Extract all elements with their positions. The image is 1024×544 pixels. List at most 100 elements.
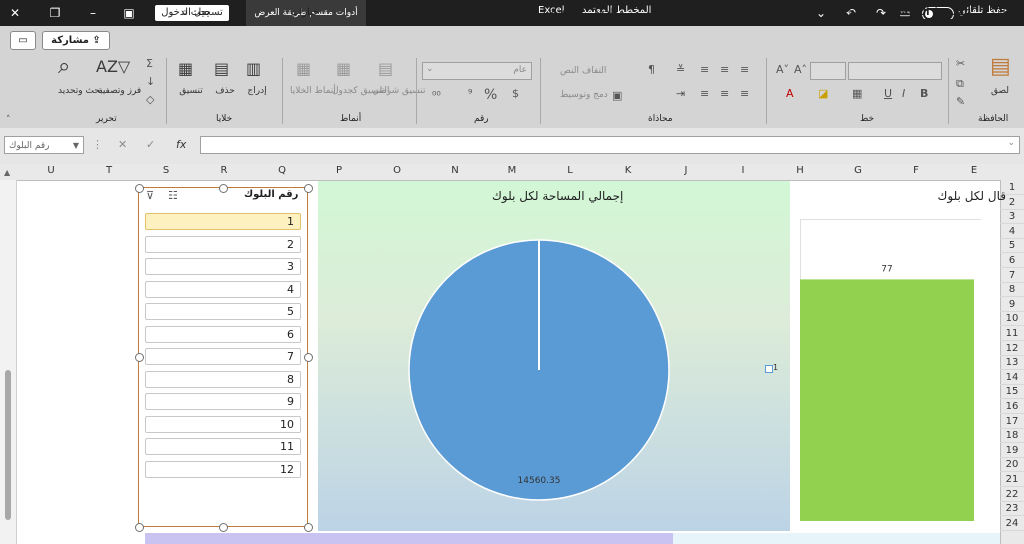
slicer-item-5[interactable]: 5 bbox=[145, 303, 301, 320]
font-name-dropdown[interactable] bbox=[848, 62, 942, 80]
column-header-k[interactable]: K bbox=[620, 165, 636, 176]
increase-font-icon[interactable]: A˄ bbox=[794, 64, 807, 76]
bar-chart[interactable]: قال لكل بلوك 77 bbox=[790, 181, 1006, 531]
font-size-dropdown[interactable] bbox=[810, 62, 846, 80]
comments-button[interactable]: ▭ bbox=[10, 31, 36, 50]
row-header-17[interactable]: 17 bbox=[1000, 415, 1024, 429]
format-painter-icon[interactable]: ✎ bbox=[956, 96, 965, 108]
slicer-item-7[interactable]: 7 bbox=[145, 348, 301, 365]
slicer-item-8[interactable]: 8 bbox=[145, 370, 301, 388]
tab-file[interactable]: ملف bbox=[992, 7, 1011, 18]
confirm-entry-icon[interactable]: ✓ bbox=[146, 138, 155, 152]
borders-icon[interactable]: ▦ bbox=[852, 88, 862, 100]
tab-help[interactable]: تعليمات bbox=[381, 7, 413, 18]
row-header-3[interactable]: 3 bbox=[1000, 210, 1024, 225]
slicer-item-2[interactable]: 2 bbox=[145, 235, 301, 253]
fill-icon[interactable]: ↓ bbox=[146, 76, 155, 88]
tab-insert[interactable]: إدراج bbox=[842, 7, 863, 18]
row-header-24[interactable]: 24 bbox=[1000, 517, 1024, 531]
row-header-18[interactable]: 18 bbox=[1000, 429, 1024, 444]
column-header-u[interactable]: U bbox=[43, 165, 59, 176]
insert-label[interactable]: إدراج bbox=[244, 86, 270, 96]
row-header-20[interactable]: 20 bbox=[1000, 458, 1024, 473]
underline-icon[interactable]: U bbox=[884, 88, 892, 100]
column-header-o[interactable]: O bbox=[389, 165, 405, 176]
row-header-5[interactable]: 5 bbox=[1000, 239, 1024, 254]
resize-handle[interactable] bbox=[219, 184, 228, 193]
slicer-item-10[interactable]: 10 bbox=[145, 415, 301, 433]
row-header-4[interactable]: 4 bbox=[1000, 225, 1024, 239]
slicer-item-6[interactable]: 6 bbox=[145, 325, 301, 343]
resize-handle[interactable] bbox=[304, 353, 313, 362]
column-header-e[interactable]: E bbox=[966, 165, 982, 176]
autosum-icon[interactable]: Σ bbox=[146, 58, 153, 70]
slicer-item-3[interactable]: 3 bbox=[145, 258, 301, 275]
column-header-m[interactable]: M bbox=[504, 165, 520, 176]
delete-cells-icon[interactable]: ▤ bbox=[214, 60, 229, 78]
comma-style-icon[interactable]: ⁹ bbox=[468, 88, 472, 100]
align-center-icon[interactable]: ≡ bbox=[720, 88, 729, 100]
row-header-12[interactable]: 12 bbox=[1000, 342, 1024, 356]
tab-options[interactable]: خيارات bbox=[290, 7, 319, 18]
resize-handle[interactable] bbox=[304, 523, 313, 532]
column-header-n[interactable]: N bbox=[447, 165, 463, 176]
resize-handle[interactable] bbox=[135, 523, 144, 532]
row-header-10[interactable]: 10 bbox=[1000, 312, 1024, 327]
wrap-text-label[interactable]: التفاف النص bbox=[560, 66, 606, 76]
tab-search[interactable]: ⌕ بحث bbox=[182, 7, 210, 18]
cell-styles-label[interactable]: أنماط الخلايا bbox=[290, 86, 336, 96]
number-format-dropdown[interactable]: عام ⌄ bbox=[422, 62, 532, 80]
align-bottom-icon[interactable]: ≡ bbox=[720, 64, 729, 76]
orientation-icon[interactable]: ¶ bbox=[648, 64, 655, 76]
tab-page-layout[interactable]: تخطيط الصفحة bbox=[752, 7, 817, 18]
column-header-p[interactable]: P bbox=[331, 165, 347, 176]
scroll-up-icon[interactable]: ▲ bbox=[4, 168, 10, 177]
name-box[interactable]: رقم البلوك ▼ bbox=[4, 136, 84, 154]
column-header-s[interactable]: S bbox=[158, 165, 174, 176]
resize-handle[interactable] bbox=[219, 523, 228, 532]
close-icon[interactable]: ✕ bbox=[6, 5, 24, 21]
tab-review[interactable]: مراجعة bbox=[594, 7, 624, 18]
row-header-7[interactable]: 7 bbox=[1000, 269, 1024, 283]
paste-icon[interactable]: ▤ bbox=[990, 56, 1011, 78]
insert-function-icon[interactable]: fx bbox=[176, 138, 186, 152]
scrollbar-thumb[interactable] bbox=[5, 370, 11, 520]
row-header-13[interactable]: 13 bbox=[1000, 356, 1024, 371]
sort-filter-icon[interactable]: AZ▽ bbox=[96, 58, 130, 76]
percent-icon[interactable]: % bbox=[484, 87, 497, 103]
column-header-t[interactable]: T bbox=[101, 165, 117, 176]
tab-view[interactable]: عرض bbox=[544, 7, 568, 18]
column-header-q[interactable]: Q bbox=[274, 165, 290, 176]
insert-cells-icon[interactable]: ▥ bbox=[246, 60, 261, 78]
format-label[interactable]: تنسيق bbox=[176, 86, 206, 96]
clear-icon[interactable]: ◇ bbox=[146, 94, 154, 106]
multi-select-icon[interactable]: ☷ bbox=[168, 189, 178, 202]
bar-1[interactable] bbox=[800, 279, 974, 521]
row-header-21[interactable]: 21 bbox=[1000, 473, 1024, 487]
delete-label[interactable]: حذف bbox=[212, 86, 238, 96]
copy-icon[interactable]: ⧉ bbox=[956, 78, 964, 90]
bold-icon[interactable]: B bbox=[920, 88, 928, 100]
expand-formula-icon[interactable]: ⌄ bbox=[1007, 138, 1015, 148]
decrease-font-icon[interactable]: A˅ bbox=[776, 64, 789, 76]
cell-styles-icon[interactable]: ▦ bbox=[296, 60, 311, 78]
format-as-table-label[interactable]: التنسيق كجدول bbox=[332, 86, 390, 96]
slicer-item-9[interactable]: 9 bbox=[145, 393, 301, 410]
decrease-decimal-icon[interactable]: ⁰⁰ bbox=[432, 90, 441, 102]
paste-label[interactable]: لصق bbox=[986, 86, 1014, 96]
column-header-g[interactable]: G bbox=[850, 165, 866, 176]
align-right-icon[interactable]: ≡ bbox=[740, 64, 749, 76]
highlight-icon[interactable]: ◪ bbox=[818, 88, 828, 100]
column-header-j[interactable]: J bbox=[678, 165, 694, 176]
collapse-ribbon-icon[interactable]: ˄ bbox=[6, 114, 11, 126]
align-top-icon[interactable]: ≚ bbox=[676, 64, 685, 76]
column-header-l[interactable]: L bbox=[562, 165, 578, 176]
merge-icon[interactable]: ▣ bbox=[612, 90, 622, 102]
column-header-h[interactable]: H bbox=[792, 165, 808, 176]
slicer-item-4[interactable]: 4 bbox=[145, 280, 301, 298]
row-header-19[interactable]: 19 bbox=[1000, 444, 1024, 458]
clear-filter-icon[interactable]: ⊽ bbox=[146, 189, 154, 202]
align-left-icon[interactable]: ≡ bbox=[700, 88, 709, 100]
tab-data[interactable]: بيانات bbox=[650, 7, 674, 18]
cancel-entry-icon[interactable]: ✕ bbox=[118, 138, 127, 152]
